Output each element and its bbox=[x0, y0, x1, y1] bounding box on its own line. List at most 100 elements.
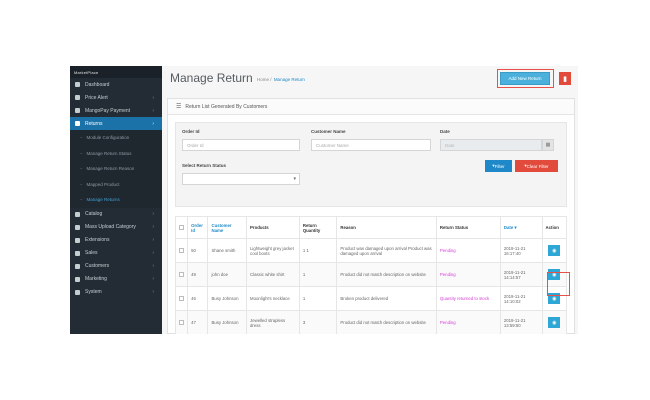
chevron-right-icon: › bbox=[152, 237, 154, 243]
return-status-select[interactable]: ▾ bbox=[182, 173, 300, 185]
chevron-right-icon: › bbox=[152, 224, 154, 230]
sidebar-item-system[interactable]: System › bbox=[70, 286, 162, 299]
sidebar-item-label: Mass Upload Category bbox=[85, 224, 136, 230]
sidebar-item-label: System bbox=[85, 289, 102, 295]
sidebar-subitem-return-reason[interactable]: – Manage Return Reason bbox=[70, 161, 162, 177]
chevron-right-icon: › bbox=[152, 276, 154, 282]
clear-filter-label: Clear Filter bbox=[526, 163, 549, 169]
cell-date: 2019-11-21 14:14:57 bbox=[499, 262, 543, 287]
eye-icon: ◉ bbox=[552, 295, 557, 302]
cell-products: Classic white shirt bbox=[246, 262, 300, 287]
breadcrumb-separator: / bbox=[270, 77, 272, 82]
sidebar-item-label: Returns bbox=[85, 120, 103, 127]
breadcrumb-current[interactable]: Manage Return bbox=[274, 77, 305, 82]
sidebar-item-price-alert[interactable]: Price Alert › bbox=[70, 91, 162, 104]
breadcrumb: Home / Manage Return bbox=[257, 77, 305, 82]
col-reason: Reason bbox=[336, 216, 437, 239]
sidebar-item-label: Catalog bbox=[85, 211, 103, 217]
sidebar-subitem-manage-returns[interactable]: – Manage Returns bbox=[70, 192, 162, 208]
sidebar-item-label: Dashboard bbox=[85, 81, 110, 88]
main-content: Manage Return Home / Manage Return Add N… bbox=[162, 66, 578, 334]
panel-heading-text: Return List Generated By Customers bbox=[185, 103, 268, 110]
table-row: 47 Busy Johnson Jewelled strapless dress… bbox=[174, 310, 568, 334]
sidebar-item-marketing[interactable]: Marketing › bbox=[70, 273, 162, 286]
caret-down-icon: ▾ bbox=[293, 176, 296, 182]
sidebar-subitem-module-configuration[interactable]: – Module Configuration bbox=[70, 130, 162, 146]
sidebar-item-mass-upload[interactable]: Mass Upload Category › bbox=[70, 221, 162, 234]
cart-icon bbox=[75, 250, 80, 256]
panel-heading: ☰ Return List Generated By Customers bbox=[168, 99, 574, 115]
sidebar-subitem-return-status[interactable]: – Manage Return Status bbox=[70, 145, 162, 161]
page-title: Manage Return bbox=[170, 71, 253, 85]
sidebar-subitem-label: Module Configuration bbox=[86, 135, 130, 141]
trash-icon: ▮ bbox=[563, 75, 567, 83]
table-row: 49 john doe Classic white shirt 1 Produc… bbox=[174, 262, 568, 287]
chevron-right-icon: › bbox=[152, 94, 154, 101]
cell-products: Lightweight grey jacket cool boots bbox=[246, 238, 300, 263]
customer-name-label: Customer Name bbox=[311, 129, 346, 134]
sidebar-subitem-mapped-product[interactable]: – Mapped Product bbox=[70, 176, 162, 192]
highlight-box-action-button bbox=[547, 272, 570, 296]
col-return-status: Return Status bbox=[435, 216, 501, 239]
cell-order-id: 46 bbox=[187, 286, 209, 311]
order-id-input[interactable]: Order Id bbox=[182, 139, 300, 151]
row-checkbox[interactable] bbox=[179, 247, 184, 253]
sidebar-item-sales[interactable]: Sales › bbox=[70, 247, 162, 260]
row-checkbox[interactable] bbox=[179, 319, 184, 325]
col-date[interactable]: Date ▾ bbox=[499, 216, 543, 239]
col-customer-name[interactable]: Customer Name bbox=[207, 216, 248, 239]
return-status-label: Select Return Status bbox=[182, 163, 227, 168]
cell-qty: 3 bbox=[298, 310, 338, 334]
list-icon: ☰ bbox=[176, 104, 182, 110]
cell-customer: Shane smith bbox=[207, 238, 248, 263]
dashboard-icon bbox=[75, 82, 80, 87]
cell-status: Pending bbox=[435, 310, 501, 334]
cell-customer: Busy Johnson bbox=[207, 310, 248, 334]
cell-reason: Product did not match description on web… bbox=[336, 262, 437, 287]
filter-button[interactable]: ▾ Filter bbox=[485, 160, 512, 172]
chevron-right-icon: › bbox=[152, 289, 154, 295]
order-id-label: Order Id bbox=[182, 129, 200, 134]
view-button[interactable]: ◉ bbox=[548, 245, 561, 256]
app-window: MarketPlace Dashboard Price Alert › Mang… bbox=[70, 66, 578, 334]
bell-icon bbox=[75, 95, 80, 100]
sidebar-item-returns[interactable]: Returns › bbox=[70, 117, 162, 130]
select-all-cell[interactable] bbox=[174, 216, 189, 239]
cell-date: 2019-11-21 16:17:40 bbox=[499, 238, 543, 263]
table-row: 46 Busy Johnson Moonlight's necklace 1 B… bbox=[174, 286, 568, 311]
sidebar-item-mangopay[interactable]: MangoPay Payment › bbox=[70, 104, 162, 117]
sidebar-subitem-label: Manage Return Status bbox=[86, 150, 132, 156]
sidebar-item-extensions[interactable]: Extensions › bbox=[70, 234, 162, 247]
cell-order-id: 49 bbox=[187, 262, 209, 287]
sidebar-subitem-label: Mapped Product bbox=[86, 181, 120, 187]
sidebar-item-customers[interactable]: Customers › bbox=[70, 260, 162, 273]
returns-table: Order Id Customer Name Products Return Q… bbox=[174, 216, 568, 334]
clear-filter-button[interactable]: ▾ Clear Filter bbox=[515, 160, 558, 172]
cell-order-id: 50 bbox=[187, 238, 209, 263]
row-checkbox[interactable] bbox=[179, 295, 184, 301]
select-all-checkbox[interactable] bbox=[179, 224, 184, 230]
cell-status: Pending bbox=[435, 238, 501, 263]
cell-status: Quantity returned to stock bbox=[435, 286, 501, 311]
chevron-down-icon: › bbox=[152, 120, 154, 127]
date-label: Date bbox=[440, 129, 450, 134]
cell-products: Jewelled strapless dress bbox=[246, 310, 300, 334]
date-input[interactable]: Date bbox=[440, 139, 542, 151]
sidebar-item-dashboard[interactable]: Dashboard bbox=[70, 78, 162, 91]
sidebar-item-catalog[interactable]: Catalog › bbox=[70, 208, 162, 221]
table-header-row: Order Id Customer Name Products Return Q… bbox=[174, 216, 568, 239]
view-button[interactable]: ◉ bbox=[548, 317, 561, 328]
share-icon bbox=[75, 276, 80, 282]
chevron-right-icon: › bbox=[152, 211, 154, 217]
row-checkbox[interactable] bbox=[179, 271, 184, 277]
puzzle-icon bbox=[75, 237, 80, 243]
delete-button[interactable]: ▮ bbox=[559, 72, 571, 85]
col-order-id[interactable]: Order Id bbox=[187, 216, 209, 239]
breadcrumb-home[interactable]: Home bbox=[257, 77, 269, 82]
cell-date: 2019-11-21 13:59:50 bbox=[499, 310, 543, 334]
customer-name-input[interactable]: Customer Name bbox=[311, 139, 431, 151]
calendar-icon[interactable]: ▦ bbox=[542, 139, 554, 151]
sidebar-item-label: MangoPay Payment bbox=[85, 107, 131, 114]
cell-customer: Busy Johnson bbox=[207, 286, 248, 311]
sidebar: MarketPlace Dashboard Price Alert › Mang… bbox=[70, 66, 162, 334]
